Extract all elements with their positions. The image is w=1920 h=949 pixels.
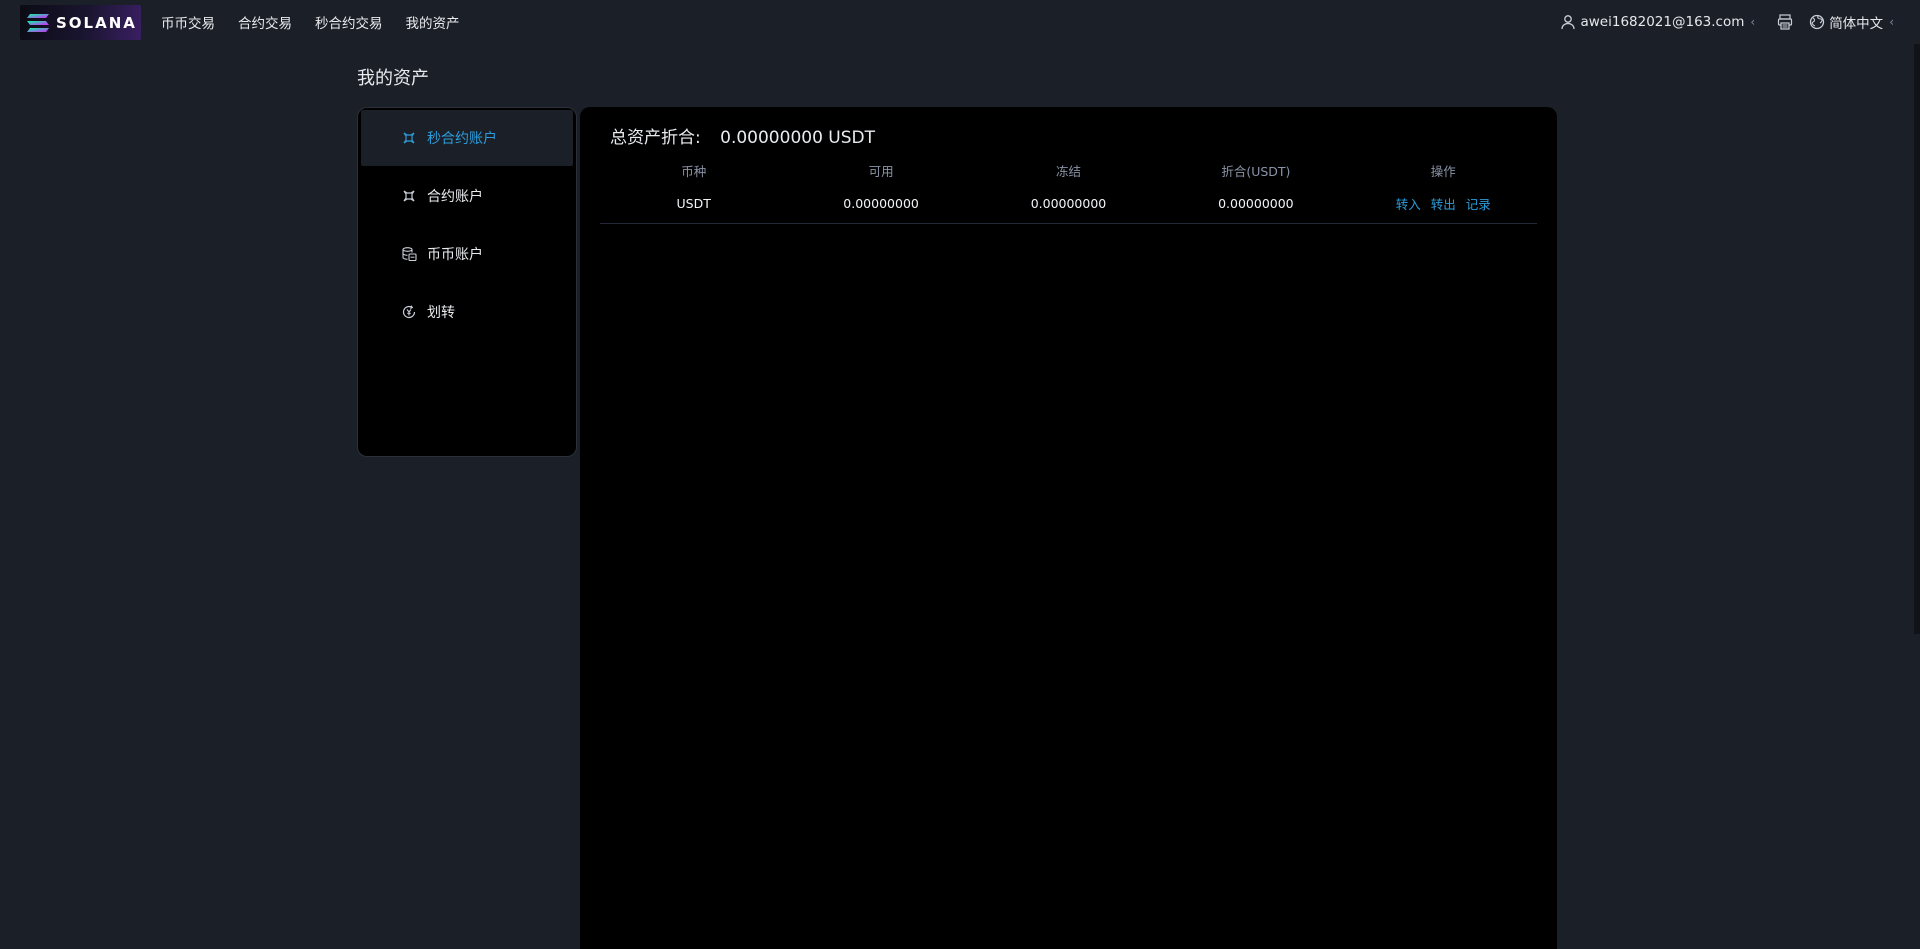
cell-coin: USDT	[676, 195, 711, 211]
globe-icon	[1810, 14, 1825, 30]
contract-icon	[403, 190, 415, 202]
nav-my-assets[interactable]: 我的资产	[406, 12, 460, 32]
sidebar-item-label: 合约账户	[427, 189, 483, 205]
col-header-actions: 操作	[1430, 163, 1456, 179]
page-title: 我的资产	[357, 68, 429, 89]
nav-second-contract-trading[interactable]: 秒合约交易	[315, 12, 383, 32]
col-header-frozen: 冻结	[1055, 163, 1081, 179]
sidebar-item-transfer[interactable]: 划转	[361, 284, 573, 340]
table-header-row: 币种 可用 冻结 折合(USDT) 操作	[600, 157, 1537, 183]
user-icon	[1561, 15, 1576, 30]
col-header-equiv: 折合(USDT)	[1221, 163, 1291, 179]
sidebar-item-spot-account[interactable]: 币币账户	[361, 226, 573, 282]
sidebar-item-label: 币币账户	[427, 247, 483, 263]
chevron-left-icon: ‹	[1750, 15, 1756, 29]
cell-available: 0.00000000	[843, 195, 919, 211]
total-assets-label: 总资产折合:	[610, 128, 701, 148]
top-header: SOLANA 币币交易 合约交易 秒合约交易 我的资产 awei1682021@…	[0, 0, 1920, 44]
cell-equiv: 0.00000000	[1218, 195, 1294, 211]
col-header-available: 可用	[868, 163, 894, 179]
asset-panel: 总资产折合: 0.00000000 USDT 币种 可用 冻结 折合(USDT)…	[580, 107, 1557, 949]
language-label: 简体中文	[1829, 16, 1884, 32]
solana-logo[interactable]: SOLANA	[20, 5, 141, 40]
asset-sidebar: 秒合约账户 合约账户 币币账户 划转	[357, 107, 577, 457]
records-link[interactable]: 记录	[1466, 194, 1491, 213]
wallet-icon	[402, 247, 417, 262]
table-row: USDT 0.00000000 0.00000000 0.00000000 转入…	[600, 183, 1537, 224]
app-download-icon[interactable]	[1777, 14, 1793, 30]
transfer-in-link[interactable]: 转入	[1396, 194, 1421, 213]
col-header-coin: 币种	[681, 163, 707, 179]
total-assets-value: 0.00000000 USDT	[720, 128, 875, 148]
total-assets: 总资产折合: 0.00000000 USDT	[610, 123, 875, 148]
sidebar-item-contract-account[interactable]: 合约账户	[361, 168, 573, 224]
cell-frozen: 0.00000000	[1030, 195, 1107, 211]
sidebar-item-label: 秒合约账户	[427, 131, 497, 147]
cell-actions: 转入 转出 记录	[1350, 194, 1537, 213]
sidebar-item-label: 划转	[427, 305, 455, 321]
contract-icon	[403, 132, 415, 144]
transfer-out-link[interactable]: 转出	[1431, 194, 1456, 213]
user-email: awei1682021@163.com	[1580, 14, 1745, 30]
nav-contract-trading[interactable]: 合约交易	[238, 12, 292, 32]
nav-spot-trading[interactable]: 币币交易	[161, 12, 215, 32]
header-right: awei1682021@163.com ‹ 简体中文 ‹	[1560, 0, 1894, 44]
brand-name: SOLANA	[56, 13, 137, 32]
sidebar-item-second-contract-account[interactable]: 秒合约账户	[361, 110, 573, 166]
page-scrollbar[interactable]	[1914, 44, 1920, 634]
solana-mark-icon	[27, 13, 49, 32]
main-nav: 币币交易 合约交易 秒合约交易 我的资产	[161, 0, 483, 44]
transfer-icon	[402, 305, 416, 319]
asset-table: 币种 可用 冻结 折合(USDT) 操作 USDT 0.00000000 0.0…	[600, 157, 1537, 224]
user-menu[interactable]: awei1682021@163.com ‹	[1560, 14, 1777, 30]
chevron-left-icon: ‹	[1889, 15, 1894, 29]
language-selector[interactable]: 简体中文 ‹	[1809, 12, 1894, 32]
